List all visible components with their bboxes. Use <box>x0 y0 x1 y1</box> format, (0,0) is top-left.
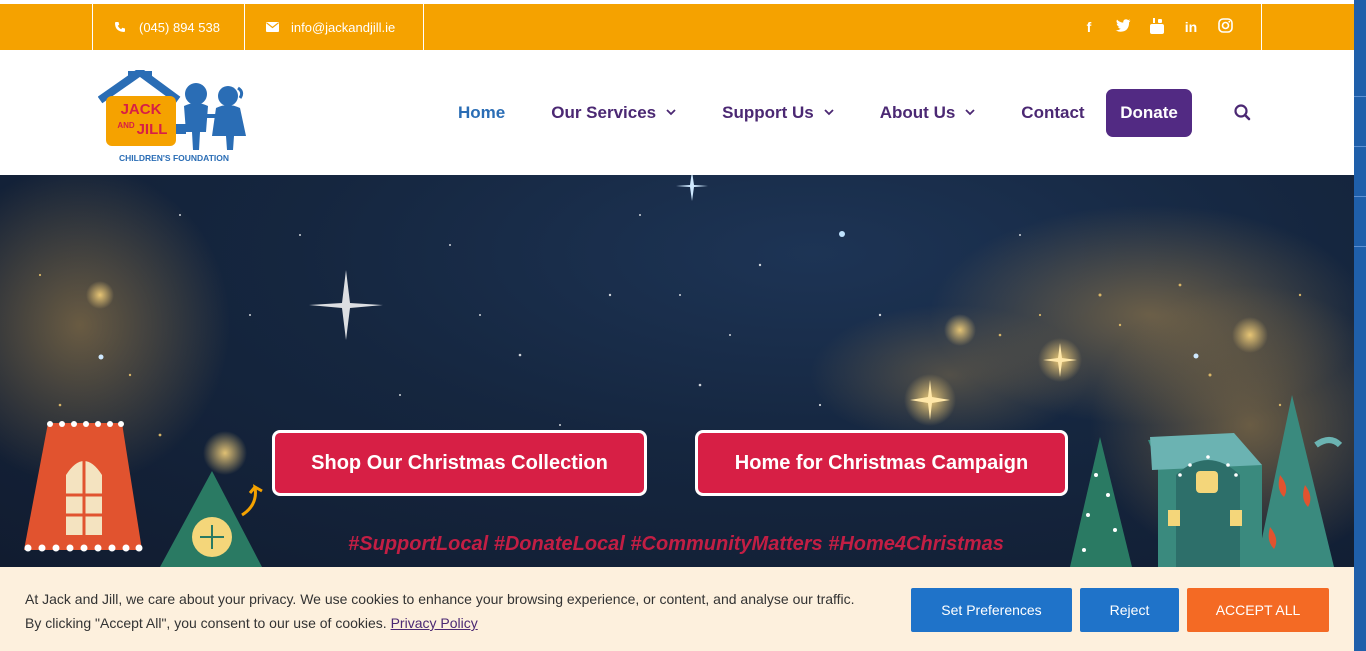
shop-christmas-collection-button[interactable]: Shop Our Christmas Collection <box>272 430 647 496</box>
linkedin-icon[interactable]: in <box>1182 19 1200 35</box>
logo-text-jill: JILL <box>137 121 168 138</box>
facebook-icon[interactable]: f <box>1080 19 1098 35</box>
chevron-down-icon <box>666 107 676 119</box>
nav-home[interactable]: Home <box>458 103 505 123</box>
nav-support-us-label: Support Us <box>722 103 814 122</box>
hashtag-line: #SupportLocal #DonateLocal #CommunityMat… <box>348 533 1004 555</box>
social-links: f in <box>1080 4 1234 50</box>
nav-contact[interactable]: Contact <box>1021 103 1084 123</box>
twitter-icon[interactable] <box>1114 19 1132 35</box>
donate-button[interactable]: Donate <box>1106 89 1192 137</box>
starry-night-illustration <box>0 175 1354 567</box>
cookie-message: At Jack and Jill, we care about your pri… <box>25 587 905 635</box>
jack-and-jill-logo[interactable]: JACK AND JILL CHILDREN'S FOUNDATION <box>97 68 250 164</box>
nav-our-services[interactable]: Our Services <box>551 103 676 123</box>
nav-our-services-label: Our Services <box>551 103 657 122</box>
logo-tagline: CHILDREN'S FOUNDATION <box>119 153 229 163</box>
accept-all-button[interactable]: ACCEPT ALL <box>1187 588 1329 632</box>
cookie-text-line2: By clicking "Accept All", you consent to… <box>25 615 387 631</box>
main-navigation: Home Our Services Support Us About Us Co… <box>458 89 1131 137</box>
nav-contact-label: Contact <box>1021 103 1085 122</box>
chevron-down-icon <box>965 107 975 119</box>
cookie-text-line1: At Jack and Jill, we care about your pri… <box>25 591 855 607</box>
email-contact[interactable]: info@jackandjill.ie <box>244 4 424 50</box>
search-icon[interactable] <box>1232 102 1254 124</box>
set-preferences-button[interactable]: Set Preferences <box>911 588 1072 632</box>
nav-support-us[interactable]: Support Us <box>722 103 834 123</box>
instagram-icon[interactable] <box>1216 18 1234 36</box>
phone-icon <box>113 21 127 33</box>
topbar-divider <box>1261 4 1262 50</box>
email-address: info@jackandjill.ie <box>291 19 396 35</box>
cookie-consent-banner: At Jack and Jill, we care about your pri… <box>0 567 1354 651</box>
youtube-icon[interactable] <box>1148 17 1166 37</box>
privacy-policy-link[interactable]: Privacy Policy <box>391 615 478 631</box>
envelope-icon <box>265 22 279 32</box>
site-header: JACK AND JILL CHILDREN'S FOUNDATION Home… <box>0 50 1354 175</box>
browser-edge-strip <box>1354 0 1366 651</box>
logo-text-jack: JACK <box>121 101 162 118</box>
nav-home-label: Home <box>458 103 506 122</box>
nav-about-us[interactable]: About Us <box>880 103 976 123</box>
reject-button[interactable]: Reject <box>1080 588 1179 632</box>
top-contact-bar: (045) 894 538 info@jackandjill.ie f in <box>0 4 1354 50</box>
phone-contact[interactable]: (045) 894 538 <box>92 4 245 50</box>
phone-number: (045) 894 538 <box>139 19 220 35</box>
nav-about-us-label: About Us <box>879 103 956 122</box>
chevron-down-icon <box>824 107 834 119</box>
christmas-hero-banner: Shop Our Christmas Collection Home for C… <box>0 175 1354 567</box>
home-for-christmas-button[interactable]: Home for Christmas Campaign <box>695 430 1068 496</box>
logo-text-and: AND <box>117 121 135 130</box>
